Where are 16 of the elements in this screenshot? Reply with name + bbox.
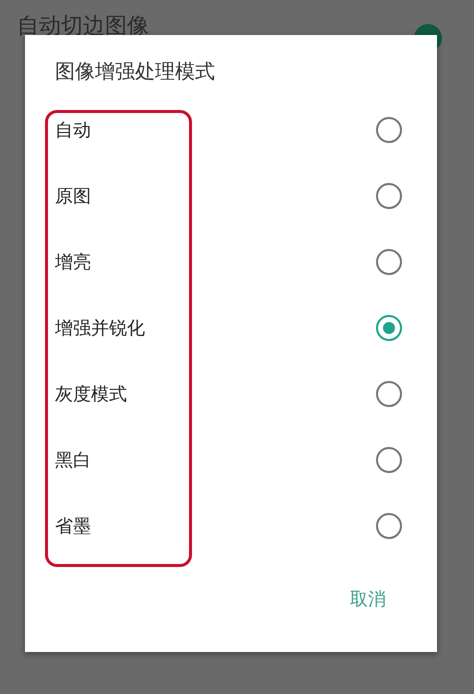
radio-button[interactable] — [376, 447, 402, 473]
option-label[interactable]: 自动 — [55, 118, 91, 142]
dialog-title: 图像增强处理模式 — [54, 58, 216, 83]
setting-title: 自动切边图像 — [17, 14, 149, 39]
option-label[interactable]: 增强并锐化 — [55, 316, 145, 340]
radio-button[interactable] — [376, 183, 402, 209]
radio-button[interactable] — [376, 249, 402, 275]
radio-button[interactable] — [376, 315, 402, 341]
radio-button[interactable] — [376, 381, 402, 407]
option-label[interactable]: 省墨 — [55, 514, 91, 538]
option-label[interactable]: 增亮 — [55, 250, 91, 274]
option-label[interactable]: 灰度模式 — [55, 382, 127, 406]
option-label[interactable]: 黑白 — [55, 448, 91, 472]
option-label[interactable]: 原图 — [55, 184, 91, 208]
radio-button[interactable] — [376, 513, 402, 539]
radio-button[interactable] — [376, 117, 402, 143]
